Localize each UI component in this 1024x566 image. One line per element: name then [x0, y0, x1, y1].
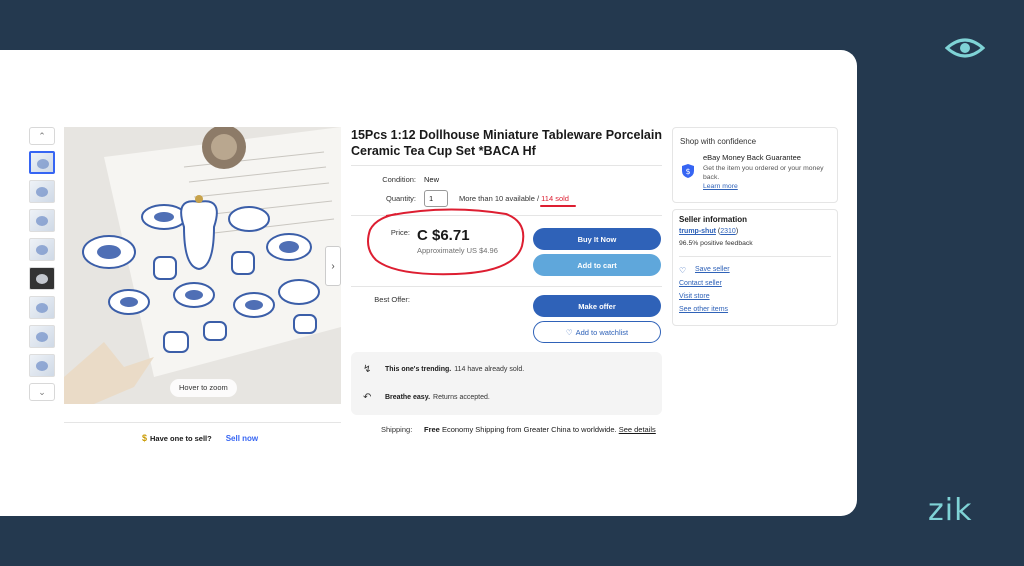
- shield-icon: $: [682, 164, 694, 178]
- availability-text: More than 10 available / 114 sold: [459, 194, 569, 203]
- dollar-icon: $: [142, 433, 148, 443]
- heart-outline-icon: ♡: [679, 266, 687, 275]
- thumbnail[interactable]: [29, 209, 55, 232]
- shipping-value: Free Economy Shipping from Greater China…: [424, 425, 664, 435]
- thumbnail[interactable]: [29, 296, 55, 319]
- heart-icon: ♡: [565, 327, 573, 337]
- next-image-button[interactable]: ›: [325, 246, 341, 286]
- condition-label: Condition:: [382, 175, 416, 184]
- guarantee-heading: eBay Money Back Guarantee: [703, 153, 801, 162]
- chevron-down-icon: ⌄: [38, 386, 46, 397]
- sold-count-link[interactable]: 114 sold: [541, 194, 569, 203]
- divider: [351, 165, 662, 166]
- visit-store-link[interactable]: Visit store: [679, 293, 710, 300]
- chevron-right-icon: ›: [331, 260, 335, 272]
- best-offer-label: Best Offer:: [374, 295, 410, 304]
- trending-text: 114 have already sold.: [454, 366, 525, 373]
- add-to-watchlist-button[interactable]: ♡ Add to watchlist: [533, 321, 661, 343]
- thumbnail[interactable]: [29, 325, 55, 348]
- thumbnail-strip: ⌃ ⌄: [29, 127, 56, 401]
- learn-more-link[interactable]: Learn more: [703, 183, 738, 190]
- guarantee-text: Get the item you ordered or your money b…: [703, 165, 824, 181]
- contact-seller-link[interactable]: Contact seller: [679, 280, 722, 287]
- make-offer-button[interactable]: Make offer: [533, 295, 661, 317]
- buy-it-now-button[interactable]: Buy It Now: [533, 228, 661, 250]
- seller-name-link[interactable]: trump-shut: [679, 228, 716, 235]
- thumbnail-down-button[interactable]: ⌄: [29, 383, 55, 401]
- see-other-items-link[interactable]: See other items: [679, 306, 728, 313]
- thumbnail[interactable]: [29, 180, 55, 203]
- sell-now-link[interactable]: Sell now: [226, 434, 258, 443]
- shipping-label: Shipping:: [381, 425, 413, 434]
- divider: [679, 256, 831, 257]
- thumbnail[interactable]: [29, 238, 55, 261]
- available-count: More than 10 available: [459, 194, 535, 203]
- sold-annotation-underline: [540, 205, 576, 207]
- see-details-link[interactable]: See details: [619, 425, 656, 434]
- shipping-free: Free: [424, 425, 440, 434]
- condition-value: New: [424, 175, 440, 184]
- seller-score-link[interactable]: 2310: [720, 228, 736, 235]
- product-image[interactable]: Hover to zoom: [64, 127, 341, 404]
- trending-bold: This one's trending.: [385, 366, 452, 373]
- trending-box: ↯ This one's trending. 114 have already …: [351, 352, 662, 415]
- thumbnail[interactable]: [29, 354, 55, 377]
- sell-prompt-text: Have one to sell?: [150, 433, 212, 443]
- add-to-cart-button[interactable]: Add to cart: [533, 254, 661, 276]
- returns-line: ↶ Breathe easy. Returns accepted.: [363, 392, 490, 403]
- hover-to-zoom-hint: Hover to zoom: [170, 379, 237, 397]
- watchlist-label: Add to watchlist: [575, 327, 629, 337]
- thumbnail[interactable]: [29, 267, 55, 290]
- trending-line: ↯ This one's trending. 114 have already …: [363, 364, 524, 375]
- thumbnail-up-button[interactable]: ⌃: [29, 127, 55, 145]
- confidence-title: Shop with confidence: [680, 137, 757, 146]
- zik-wordmark: zik: [928, 493, 973, 528]
- quantity-label: Quantity:: [385, 194, 416, 203]
- seller-title: Seller information: [679, 215, 748, 224]
- return-arrow-icon: ↶: [363, 392, 372, 403]
- thumbnail[interactable]: [29, 151, 55, 174]
- price-annotation-circle: [367, 208, 525, 276]
- svg-text:$: $: [685, 167, 690, 176]
- tea-set-illustration: [64, 127, 341, 404]
- shipping-text: Economy Shipping from Greater China to w…: [441, 425, 617, 434]
- returns-bold: Breathe easy.: [385, 394, 431, 401]
- seller-name-row: trump-shut (2310): [679, 228, 739, 235]
- eye-logo-icon: [945, 38, 985, 58]
- guarantee-body: Get the item you ordered or your money b…: [703, 164, 831, 191]
- sell-prompt: $ Have one to sell? Sell now: [142, 433, 258, 443]
- product-title: 15Pcs 1:12 Dollhouse Miniature Tableware…: [351, 128, 662, 158]
- divider: [64, 422, 341, 423]
- returns-text: Returns accepted.: [433, 394, 490, 401]
- save-seller-link[interactable]: Save seller: [695, 266, 730, 273]
- quantity-input[interactable]: 1: [424, 190, 448, 207]
- seller-feedback: 96.5% positive feedback: [679, 240, 753, 247]
- lightning-icon: ↯: [363, 364, 372, 375]
- chevron-up-icon: ⌃: [38, 130, 46, 141]
- divider: [351, 286, 662, 287]
